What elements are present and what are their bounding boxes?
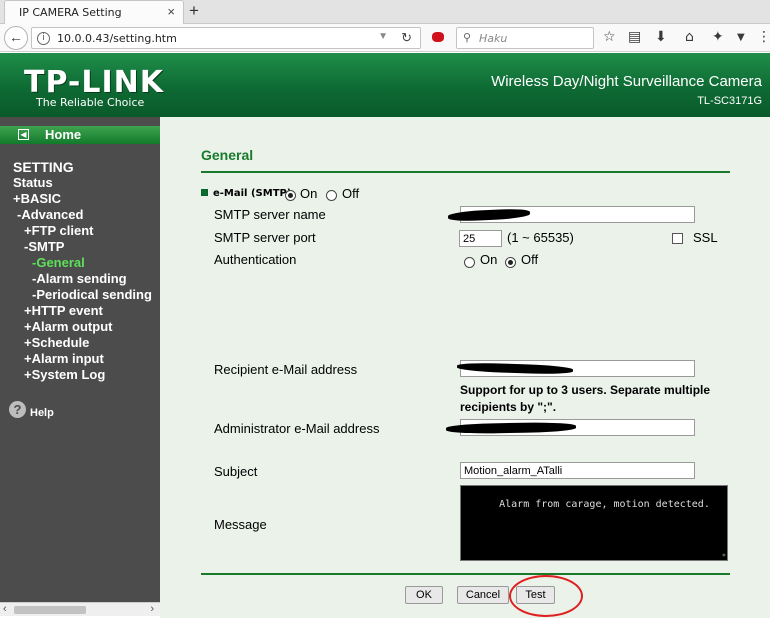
sidebar-item-ftp-client[interactable]: +FTP client	[24, 223, 93, 238]
smtp-server-name-label: SMTP server name	[214, 207, 326, 222]
home-label: Home	[45, 127, 82, 142]
subject-label: Subject	[214, 464, 258, 479]
page-header: TP-LINK The Reliable Choice Wireless Day…	[0, 53, 770, 117]
horizontal-scrollbar[interactable]: ‹ ›	[0, 602, 160, 616]
auth-off-radio[interactable]	[505, 257, 516, 268]
sidebar-item-advanced[interactable]: -Advanced	[17, 207, 83, 222]
reading-list-icon[interactable]: ▤	[628, 29, 641, 45]
section-divider-bottom	[201, 573, 730, 575]
message-textarea[interactable]: Alarm from carage, motion detected. ∗	[460, 485, 728, 561]
url-text[interactable]: 10.0.0.43/setting.htm	[57, 32, 177, 45]
sidebar-item-general[interactable]: -General	[32, 255, 85, 270]
ssl-label: SSL	[693, 230, 718, 245]
section-divider	[201, 171, 730, 173]
sidebar-item-periodical-sending[interactable]: -Periodical sending	[32, 287, 152, 302]
scroll-left-icon[interactable]: ‹	[3, 603, 7, 615]
sidebar-item-alarm-input[interactable]: +Alarm input	[24, 351, 104, 366]
smtp-server-port-label: SMTP server port	[214, 230, 316, 245]
tab-title: IP CAMERA Setting	[19, 6, 122, 19]
extension-icon[interactable]	[432, 32, 444, 42]
email-off-radio[interactable]	[326, 190, 337, 201]
recipient-note-line2: recipients by ";".	[460, 400, 557, 414]
close-icon[interactable]: ×	[167, 4, 175, 19]
admin-email-label: Administrator e-Mail address	[214, 421, 380, 436]
product-name: Wireless Day/Night Surveillance Camera	[491, 73, 762, 90]
home-icon[interactable]: ⌂	[685, 29, 694, 45]
auth-on-label: On	[480, 252, 498, 267]
bookmark-star-icon[interactable]: ☆	[603, 29, 616, 45]
overflow-icon[interactable]: ⋮	[757, 29, 770, 45]
chevron-down-icon[interactable]: ▼	[378, 31, 388, 42]
extension-tool-icon[interactable]: ✦	[712, 29, 724, 45]
scroll-right-icon[interactable]: ›	[150, 603, 154, 615]
ssl-checkbox[interactable]	[672, 233, 683, 244]
page-title: General	[201, 147, 254, 163]
help-icon[interactable]: ?	[9, 401, 26, 418]
sidebar-item-schedule[interactable]: +Schedule	[24, 335, 89, 350]
brand-logo: TP-LINK	[24, 65, 165, 100]
search-placeholder[interactable]: Haku	[479, 32, 507, 45]
email-off-label: Off	[342, 186, 360, 201]
auth-off-label: Off	[521, 252, 539, 267]
cancel-button[interactable]: Cancel	[457, 586, 509, 604]
reload-icon[interactable]: ↻	[401, 30, 412, 46]
sidebar-item-http-event[interactable]: +HTTP event	[24, 303, 103, 318]
browser-tab[interactable]: IP CAMERA Setting ×	[4, 0, 184, 24]
home-arrow-icon: ◀	[18, 129, 29, 140]
message-text[interactable]: Alarm from carage, motion detected.	[499, 499, 710, 510]
sidebar-item-alarm-output[interactable]: +Alarm output	[24, 319, 112, 334]
settings-panel: General e-Mail (SMTP) On Off SMTP server…	[160, 117, 770, 618]
red-circle-annotation	[509, 575, 583, 617]
sidebar-item-smtp[interactable]: -SMTP	[24, 239, 64, 254]
help-link[interactable]: Help	[30, 407, 54, 419]
address-bar[interactable]: i 10.0.0.43/setting.htm ▼ ↻	[31, 27, 421, 49]
bullet-icon	[201, 189, 208, 196]
model-number: TL-SC3171G	[697, 95, 762, 107]
sidebar-item-system-log[interactable]: +System Log	[24, 367, 105, 382]
email-on-label: On	[300, 186, 318, 201]
email-on-radio[interactable]	[285, 190, 296, 201]
sidebar-heading-setting: SETTING	[13, 159, 74, 175]
auth-on-radio[interactable]	[464, 257, 475, 268]
smtp-server-port-input[interactable]	[459, 230, 502, 247]
back-arrow-icon[interactable]: ←	[4, 26, 28, 50]
home-link[interactable]: ◀ Home	[0, 126, 160, 144]
download-icon[interactable]: ⬇	[655, 29, 667, 45]
recipient-note-line1: Support for up to 3 users. Separate mult…	[460, 383, 711, 397]
authentication-label: Authentication	[214, 252, 297, 267]
browser-nav-bar: ← i 10.0.0.43/setting.htm ▼ ↻ ⚲ Haku ☆ ▤…	[0, 24, 770, 52]
message-label: Message	[214, 517, 267, 532]
brand-tagline: The Reliable Choice	[36, 96, 145, 109]
sidebar-item-status[interactable]: Status	[13, 175, 53, 190]
subject-input[interactable]	[460, 462, 695, 479]
sidebar-item-basic[interactable]: +BASIC	[13, 191, 61, 206]
recipient-email-label: Recipient e-Mail address	[214, 362, 358, 377]
email-smtp-label: e-Mail (SMTP)	[213, 188, 292, 199]
sidebar-item-alarm-sending[interactable]: -Alarm sending	[32, 271, 127, 286]
search-icon: ⚲	[463, 32, 472, 44]
sidebar: ◀ Home SETTING Status +BASIC -Advanced +…	[0, 117, 160, 605]
port-range-hint: (1 ~ 65535)	[507, 230, 574, 245]
new-tab-icon[interactable]: +	[189, 1, 199, 21]
ok-button[interactable]: OK	[405, 586, 443, 604]
browser-tab-bar: IP CAMERA Setting × +	[0, 0, 770, 24]
info-icon[interactable]: i	[37, 32, 50, 45]
search-box[interactable]: ⚲ Haku	[456, 27, 594, 49]
menu-dropdown-icon[interactable]: ▼	[737, 32, 745, 43]
resize-grip-icon[interactable]: ∗	[722, 551, 726, 559]
scrollbar-thumb[interactable]	[14, 606, 86, 614]
